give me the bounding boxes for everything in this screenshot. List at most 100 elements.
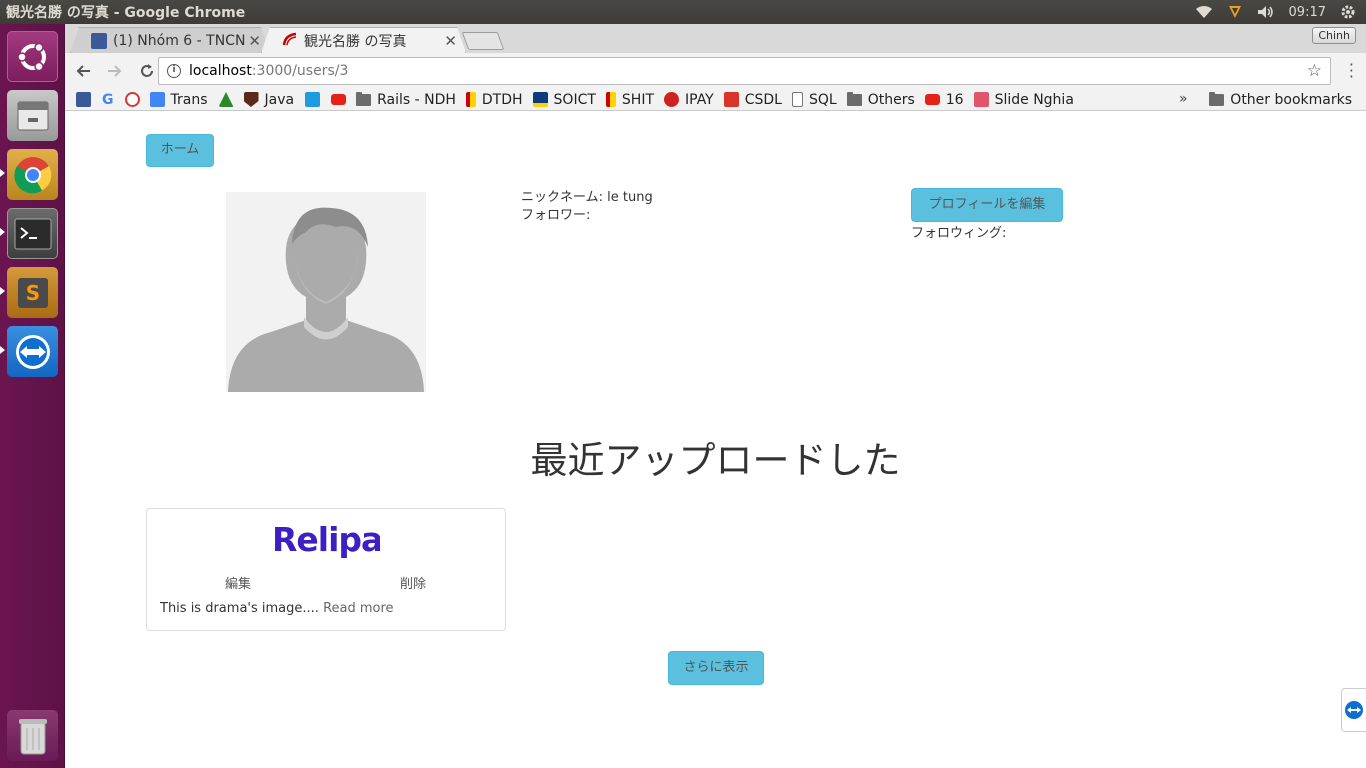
bookmark-label: SOICT xyxy=(553,91,596,108)
bookmark-facebook[interactable] xyxy=(76,92,91,107)
profile-info: ニックネーム: le tung フォロワー: xyxy=(521,189,653,225)
new-tab-button[interactable] xyxy=(461,32,505,50)
bookmark-csdl[interactable]: CSDL xyxy=(723,91,782,108)
sublime-text-icon[interactable]: S xyxy=(7,267,58,318)
folder-icon xyxy=(846,91,862,106)
bookmark-trans[interactable]: Trans xyxy=(149,91,208,108)
chrome-icon[interactable] xyxy=(7,149,58,200)
section-title: 最近アップロードした xyxy=(530,439,901,482)
relipa-logo[interactable]: Relipa xyxy=(272,520,383,559)
bookmark-others[interactable]: Others xyxy=(846,91,915,108)
bookmark-label: CSDL xyxy=(744,91,782,108)
bookmark-leaf[interactable] xyxy=(218,92,234,107)
other-bookmarks-label: Other bookmarks xyxy=(1230,92,1352,108)
camera-icon xyxy=(305,92,321,107)
profile-button[interactable]: Chinh xyxy=(1312,27,1356,44)
hust-icon xyxy=(465,92,476,107)
back-button[interactable] xyxy=(69,57,97,85)
browser-toolbar: i localhost:3000/users/3 ☆ · · · xyxy=(65,53,1366,89)
bookmark-label: SQL xyxy=(808,91,837,108)
clock[interactable]: 09:17 xyxy=(1289,5,1326,20)
rails-icon xyxy=(282,32,298,50)
bookmark-camera[interactable] xyxy=(305,92,321,107)
bookmark-dtdh[interactable]: DTDH xyxy=(465,91,523,108)
search-icon xyxy=(124,92,140,107)
youtube-icon xyxy=(924,94,940,105)
reload-button[interactable] xyxy=(133,57,161,85)
java-icon xyxy=(243,92,259,107)
bookmark-label: SHIT xyxy=(621,91,655,108)
read-more-link[interactable]: Read more xyxy=(323,601,393,616)
description-text: This is drama's image.... xyxy=(160,601,319,616)
bookmark-label: Rails - NDH xyxy=(377,91,456,108)
chrome-window: (1) Nhóm 6 - TNCN 2 ✕ 観光名勝 の写真 ✕ Chinh i… xyxy=(65,24,1366,768)
close-tab-icon[interactable]: ✕ xyxy=(248,32,261,50)
photo-card: Relipa 編集 削除 This is drama's image.... R… xyxy=(146,508,506,631)
wifi-icon[interactable] xyxy=(1195,5,1213,19)
volume-icon[interactable] xyxy=(1257,5,1275,19)
folder-icon xyxy=(1209,92,1225,106)
bookmark-label: Trans xyxy=(170,91,208,108)
edit-link[interactable]: 編集 xyxy=(225,573,251,592)
bookmark-16[interactable]: 16 xyxy=(924,92,964,108)
bookmark-label: Slide Nghia xyxy=(994,91,1074,108)
tab-current[interactable]: 観光名勝 の写真 ✕ xyxy=(261,27,466,53)
other-bookmarks[interactable]: Other bookmarks xyxy=(1209,92,1352,108)
leaf-icon xyxy=(218,92,234,107)
nickname: ニックネーム: le tung xyxy=(521,190,653,205)
soict-icon xyxy=(532,92,548,107)
teamviewer-icon xyxy=(1345,701,1363,719)
files-icon[interactable] xyxy=(7,90,58,141)
default-avatar-icon xyxy=(226,192,426,392)
bookmark-label: DTDH xyxy=(481,91,523,108)
chrome-menu-icon[interactable]: · · · xyxy=(1349,57,1354,85)
avatar xyxy=(226,192,426,392)
followers: フォロワー: xyxy=(521,208,591,223)
bookmark-sql[interactable]: SQL xyxy=(791,91,837,108)
tab-title: (1) Nhóm 6 - TNCN 2 xyxy=(113,32,248,49)
following: フォロウィング: xyxy=(911,226,1007,241)
address-bar[interactable]: i localhost:3000/users/3 ☆ xyxy=(158,57,1331,85)
os-top-panel: 観光名勝 の写真 - Google Chrome 09:17 xyxy=(0,0,1366,24)
teamviewer-icon[interactable] xyxy=(7,326,58,377)
updates-icon[interactable] xyxy=(1227,4,1243,20)
teamviewer-side-panel[interactable] xyxy=(1341,688,1366,732)
bookmark-shit[interactable]: SHIT xyxy=(605,91,655,108)
forward-button[interactable] xyxy=(101,57,129,85)
ipay-icon xyxy=(664,92,680,107)
bookmark-label: Java xyxy=(264,91,295,108)
slide-icon xyxy=(973,92,989,107)
bookmark-star-icon[interactable]: ☆ xyxy=(1307,61,1322,81)
settings-gear-icon[interactable] xyxy=(1340,4,1356,20)
ubuntu-dash-icon[interactable] xyxy=(7,31,58,82)
bookmark-youtube[interactable] xyxy=(331,94,347,105)
tumblr-icon xyxy=(723,92,739,107)
unity-launcher: S xyxy=(0,24,65,768)
tab-facebook[interactable]: (1) Nhóm 6 - TNCN 2 ✕ xyxy=(70,27,270,53)
bookmark-rails-ndh[interactable]: Rails - NDH xyxy=(356,91,456,108)
terminal-icon[interactable] xyxy=(7,208,58,259)
edit-profile-button[interactable]: プロフィールを編集 xyxy=(911,188,1063,222)
bookmark-slide-nghia[interactable]: Slide Nghia xyxy=(973,91,1074,108)
bookmark-soict[interactable]: SOICT xyxy=(532,91,596,108)
folder-icon xyxy=(356,91,372,106)
google-icon: G xyxy=(102,91,114,108)
home-button[interactable]: ホーム xyxy=(146,134,214,167)
show-more-button[interactable]: さらに表示 xyxy=(668,651,764,685)
system-tray: 09:17 xyxy=(1195,4,1366,20)
hust-icon xyxy=(605,92,616,107)
bookmark-search[interactable] xyxy=(124,92,140,107)
trash-icon[interactable] xyxy=(7,710,58,761)
delete-link[interactable]: 削除 xyxy=(400,573,426,592)
bookmark-java[interactable]: Java xyxy=(243,91,295,108)
close-tab-icon[interactable]: ✕ xyxy=(444,32,457,50)
bookmark-ipay[interactable]: IPAY xyxy=(664,92,714,108)
facebook-icon xyxy=(91,33,107,49)
bookmark-label: IPAY xyxy=(685,91,714,108)
bookmarks-overflow-button[interactable]: » xyxy=(1179,91,1188,107)
info-icon[interactable]: i xyxy=(167,64,181,78)
card-description: This is drama's image.... Read more xyxy=(160,601,394,616)
url-path: :3000/users/3 xyxy=(251,63,349,79)
svg-text:Relipa: Relipa xyxy=(272,521,380,559)
bookmark-google[interactable]: G xyxy=(102,92,114,108)
